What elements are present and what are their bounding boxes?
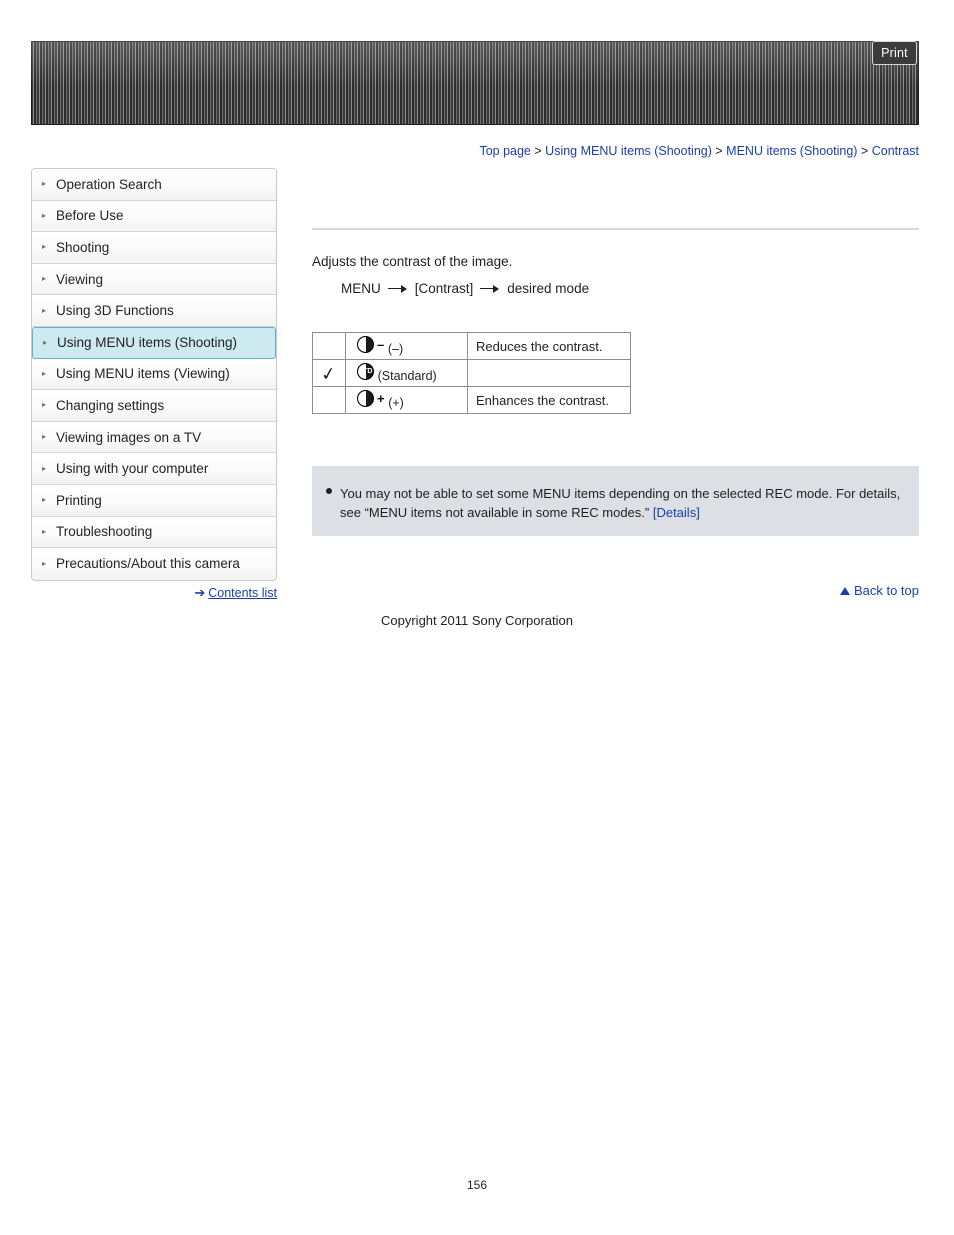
sidebar-item-label: Using 3D Functions bbox=[56, 303, 174, 319]
sidebar-item-label: Using MENU items (Viewing) bbox=[56, 366, 230, 382]
page-number: 156 bbox=[466, 1178, 488, 1192]
menu-path-tail: desired mode bbox=[507, 281, 590, 296]
sidebar-item-using-with-your-computer[interactable]: ▸ Using with your computer bbox=[32, 453, 276, 485]
sidebar-item-precautions-about-this-camera[interactable]: ▸ Precautions/About this camera bbox=[32, 548, 276, 580]
mode-label: (–) bbox=[387, 342, 404, 356]
sidebar-item-viewing-images-on-a-tv[interactable]: ▸ Viewing images on a TV bbox=[32, 421, 276, 454]
description-cell bbox=[467, 359, 631, 387]
copyright-text: Copyright 2011 Sony Corporation bbox=[381, 613, 573, 628]
intro-text: Adjusts the contrast of the image. bbox=[312, 254, 513, 269]
mode-label: (Standard) bbox=[377, 369, 437, 383]
sidebar: ▸ Operation Search ▸ Before Use ▸ Shooti… bbox=[31, 168, 277, 581]
sidebar-item-label: Operation Search bbox=[56, 176, 162, 192]
sidebar-item-label: Troubleshooting bbox=[56, 524, 153, 540]
breadcrumb-separator: > bbox=[860, 144, 869, 158]
sidebar-item-using-menu-items-viewing[interactable]: ▸ Using MENU items (Viewing) bbox=[32, 358, 276, 391]
contents-list: ➔ Contents list bbox=[31, 585, 277, 601]
selected-cell bbox=[312, 386, 346, 414]
sidebar-item-label: Shooting bbox=[56, 239, 110, 255]
half-circle-shape bbox=[357, 390, 374, 407]
breadcrumb-item-contrast: Contrast bbox=[871, 144, 919, 158]
breadcrumb-separator: > bbox=[534, 144, 542, 158]
arrow-right-icon bbox=[480, 283, 500, 294]
sidebar-item-changing-settings[interactable]: ▸ Changing settings bbox=[32, 390, 276, 422]
sidebar-item-using-3d-functions[interactable]: ▸ Using 3D Functions bbox=[32, 295, 276, 327]
header-banner bbox=[31, 41, 919, 125]
plus-sign-icon: + bbox=[377, 391, 385, 406]
breadcrumb-item-top-page[interactable]: Top page bbox=[479, 144, 530, 158]
triangle-up-icon bbox=[839, 586, 850, 595]
arrow-right-icon: ➔ bbox=[194, 585, 206, 600]
contrast-options-table: – (–) Reduces the contrast. ✓ STD (Stand… bbox=[312, 332, 631, 414]
breadcrumb-separator: > bbox=[715, 144, 723, 158]
sidebar-item-shooting[interactable]: ▸ Shooting bbox=[32, 232, 276, 264]
contrast-plus-icon: + bbox=[357, 390, 385, 407]
menu-path-item: [Contrast] bbox=[414, 281, 474, 296]
checkmark-icon: ✓ bbox=[320, 363, 338, 385]
sidebar-item-label: Printing bbox=[56, 492, 102, 508]
sidebar-item-label: Before Use bbox=[56, 208, 124, 224]
sidebar-item-viewing[interactable]: ▸ Viewing bbox=[32, 263, 276, 296]
sidebar-item-using-menu-items-shooting[interactable]: ▸ Using MENU items (Shooting) bbox=[32, 326, 276, 359]
minus-sign-icon: – bbox=[377, 337, 385, 352]
sidebar-item-label: Using with your computer bbox=[56, 461, 209, 477]
sidebar-item-before-use[interactable]: ▸ Before Use bbox=[32, 200, 276, 233]
sidebar-item-label: Using MENU items (Shooting) bbox=[57, 335, 238, 351]
selected-cell bbox=[312, 332, 346, 360]
description-cell: Reduces the contrast. bbox=[467, 332, 631, 360]
bullet-icon bbox=[326, 488, 332, 494]
mode-cell: STD (Standard) bbox=[345, 359, 468, 387]
table-row: ✓ STD (Standard) bbox=[312, 359, 631, 387]
contents-list-link[interactable]: Contents list bbox=[208, 586, 277, 600]
contrast-standard-icon: STD bbox=[357, 363, 374, 380]
menu-path-menu: MENU bbox=[341, 281, 381, 296]
breadcrumb-item-using-menu-items-shooting[interactable]: Using MENU items (Shooting) bbox=[545, 144, 712, 158]
sidebar-item-label: Precautions/About this camera bbox=[56, 556, 240, 572]
selected-cell: ✓ bbox=[312, 359, 346, 387]
std-label: STD bbox=[358, 368, 373, 375]
mode-cell: + (+) bbox=[345, 386, 468, 414]
sidebar-item-printing[interactable]: ▸ Printing bbox=[32, 484, 276, 517]
sidebar-item-label: Changing settings bbox=[56, 397, 165, 413]
half-circle-shape: STD bbox=[357, 363, 374, 380]
sidebar-item-operation-search[interactable]: ▸ Operation Search bbox=[32, 169, 276, 201]
back-to-top-link[interactable]: Back to top bbox=[854, 583, 919, 598]
contrast-minus-icon: – bbox=[357, 336, 384, 353]
section-divider bbox=[312, 228, 919, 230]
note-box: You may not be able to set some MENU ite… bbox=[312, 466, 919, 536]
breadcrumb-item-menu-items-shooting[interactable]: MENU items (Shooting) bbox=[726, 144, 857, 158]
mode-label: (+) bbox=[388, 396, 404, 410]
note-text: You may not be able to set some MENU ite… bbox=[340, 486, 901, 520]
details-link[interactable]: [Details] bbox=[653, 505, 700, 520]
sidebar-item-label: Viewing images on a TV bbox=[56, 429, 202, 445]
sidebar-item-troubleshooting[interactable]: ▸ Troubleshooting bbox=[32, 516, 276, 549]
menu-path: MENU [Contrast] desired mode bbox=[341, 281, 589, 296]
mode-cell: – (–) bbox=[345, 332, 468, 360]
table-row: + (+) Enhances the contrast. bbox=[312, 386, 631, 414]
description-cell: Enhances the contrast. bbox=[467, 386, 631, 414]
breadcrumb: Top page > Using MENU items (Shooting) >… bbox=[0, 144, 919, 158]
table-row: – (–) Reduces the contrast. bbox=[312, 332, 631, 360]
half-circle-shape bbox=[357, 336, 374, 353]
back-to-top[interactable]: Back to top bbox=[839, 583, 919, 598]
arrow-right-icon bbox=[387, 283, 408, 294]
print-button[interactable]: Print bbox=[872, 41, 917, 65]
sidebar-item-label: Viewing bbox=[56, 271, 104, 287]
banner-gloss bbox=[31, 41, 919, 83]
